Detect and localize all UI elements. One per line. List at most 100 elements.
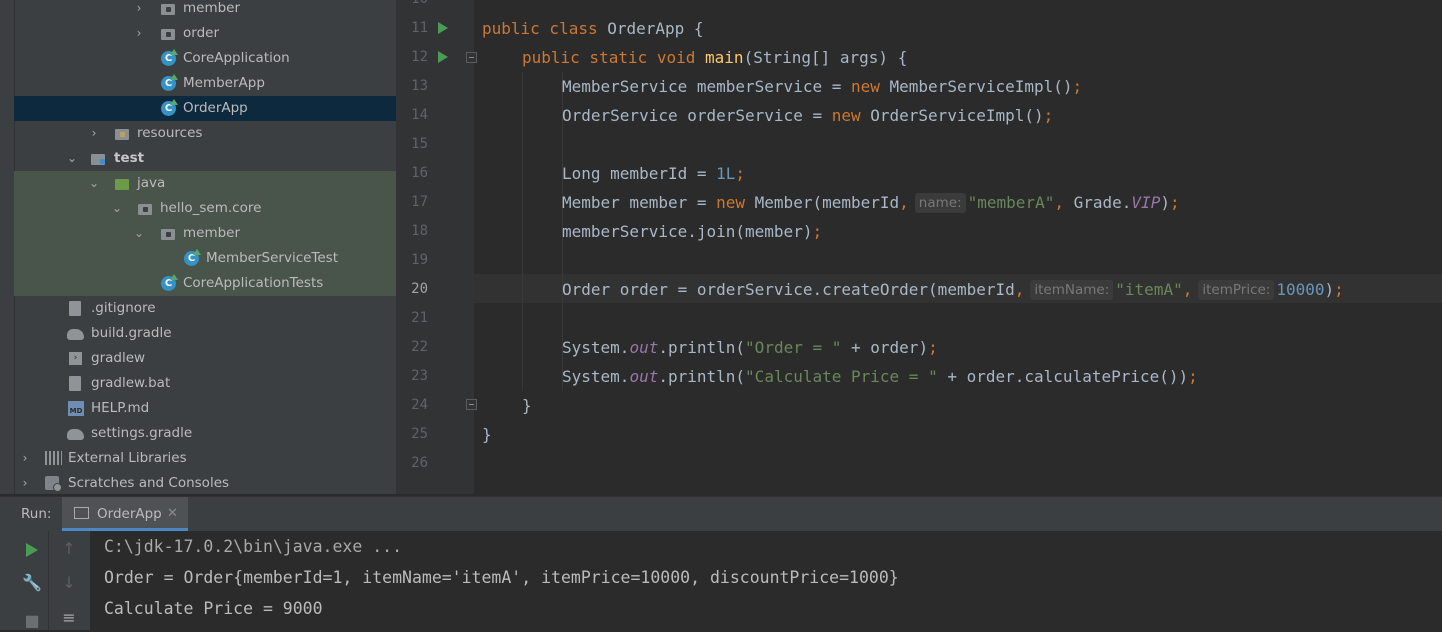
chevron-right-icon[interactable]: › bbox=[19, 446, 31, 471]
parameter-hint: itemPrice: bbox=[1198, 280, 1275, 300]
arrow-down-icon[interactable]: ↓ bbox=[58, 572, 80, 594]
line-number: 10 bbox=[398, 0, 428, 14]
code-semicolon: ; bbox=[928, 338, 938, 357]
fold-icon[interactable] bbox=[466, 52, 477, 63]
terminal-file-icon: › bbox=[69, 351, 85, 367]
tree-item-label: MemberApp bbox=[183, 75, 265, 91]
tree-item-package-hello-sem-core[interactable]: ⌄ hello_sem.core bbox=[14, 196, 396, 221]
chevron-down-icon[interactable]: ⌄ bbox=[133, 221, 145, 246]
tree-item-help-md[interactable]: MD HELP.md bbox=[14, 396, 396, 421]
run-tab-orderapp[interactable]: OrderApp ✕ bbox=[62, 497, 188, 531]
tree-item-gradlew-bat[interactable]: gradlew.bat bbox=[14, 371, 396, 396]
line-number: 18 bbox=[411, 223, 428, 239]
code-text: OrderService orderService = bbox=[562, 106, 832, 125]
tree-item-label: test bbox=[114, 150, 145, 166]
code-field: out bbox=[629, 338, 659, 357]
code-text: MemberService memberService = bbox=[562, 77, 851, 96]
scratches-icon bbox=[45, 476, 62, 492]
parameter-hint: name: bbox=[914, 193, 966, 213]
code-text: Long memberId = bbox=[562, 164, 717, 183]
chevron-right-icon[interactable]: › bbox=[19, 471, 31, 494]
code-keyword: public static void bbox=[522, 48, 706, 67]
run-class-icon[interactable] bbox=[438, 22, 448, 34]
run-main-icon[interactable] bbox=[438, 51, 448, 63]
tree-item-label: settings.gradle bbox=[91, 425, 193, 441]
code-line-12: public static void main(String[] args) { bbox=[482, 43, 907, 72]
code-function: main bbox=[705, 48, 744, 67]
tree-item-gradlew[interactable]: › gradlew bbox=[14, 346, 396, 371]
code-semicolon: ; bbox=[1188, 367, 1198, 386]
code-semicolon: ; bbox=[1072, 77, 1083, 96]
line-number: 21 bbox=[411, 310, 428, 326]
tree-item-external-libraries[interactable]: › External Libraries bbox=[14, 446, 396, 471]
chevron-down-icon[interactable]: ⌄ bbox=[88, 171, 100, 196]
tree-item-test[interactable]: ⌄ test bbox=[14, 146, 396, 171]
gradle-icon bbox=[67, 326, 84, 342]
code-keyword: new bbox=[716, 193, 755, 212]
tree-item-coreapplicationtests[interactable]: C CoreApplicationTests bbox=[14, 271, 396, 296]
code-semicolon: ; bbox=[1169, 193, 1180, 212]
chevron-right-icon[interactable]: › bbox=[133, 21, 145, 46]
wrench-icon[interactable]: 🔧 bbox=[21, 572, 43, 594]
tree-item-package-member[interactable]: ⌄ member bbox=[14, 221, 396, 246]
line-number: 11 bbox=[411, 20, 428, 36]
code-text: Order order = orderService.createOrder(m… bbox=[562, 280, 1015, 299]
bat-file-icon bbox=[69, 376, 85, 392]
code-string: "itemA" bbox=[1115, 280, 1183, 299]
fold-icon[interactable] bbox=[466, 399, 477, 410]
close-icon[interactable]: ✕ bbox=[167, 497, 178, 531]
tree-item-order-folder[interactable]: › order bbox=[14, 21, 396, 46]
tree-item-scratches[interactable]: › Scratches and Consoles bbox=[14, 471, 396, 494]
tool-window-strip bbox=[0, 0, 15, 494]
tree-item-build-gradle[interactable]: build.gradle bbox=[14, 321, 396, 346]
tree-item-orderapp[interactable]: C OrderApp bbox=[14, 96, 396, 121]
soft-wrap-icon[interactable]: ≡ bbox=[58, 607, 80, 629]
code-text: } bbox=[482, 425, 492, 444]
code-keyword: new bbox=[831, 106, 871, 125]
code-line-14: OrderService orderService = new OrderSer… bbox=[482, 101, 1053, 130]
code-text: ) bbox=[1160, 193, 1170, 212]
code-text: System. bbox=[562, 367, 630, 386]
line-number: 17 bbox=[411, 194, 428, 210]
line-number: 12 bbox=[411, 49, 428, 65]
code-line-22: System.out.println("Order = " + order); bbox=[482, 333, 938, 362]
tree-item-member-folder[interactable]: › member bbox=[14, 0, 396, 21]
code-comma: , bbox=[899, 193, 909, 212]
rerun-icon[interactable] bbox=[26, 543, 38, 557]
arrow-up-icon[interactable]: ↑ bbox=[58, 538, 80, 560]
chevron-right-icon[interactable]: › bbox=[88, 121, 100, 146]
code-line-25: } bbox=[482, 420, 492, 449]
tree-item-coreapplication[interactable]: C CoreApplication bbox=[14, 46, 396, 71]
line-number: 13 bbox=[411, 78, 428, 94]
chevron-down-icon[interactable]: ⌄ bbox=[111, 196, 123, 221]
console-line: Calculate Price = 9000 bbox=[104, 599, 323, 618]
line-number: 24 bbox=[411, 397, 428, 413]
chevron-right-icon[interactable]: › bbox=[133, 0, 145, 21]
tree-item-resources[interactable]: › resources bbox=[14, 121, 396, 146]
tree-item-memberapp[interactable]: C MemberApp bbox=[14, 71, 396, 96]
package-icon bbox=[138, 201, 154, 217]
tree-item-memberservicetest[interactable]: C MemberServiceTest bbox=[14, 246, 396, 271]
tree-item-settings-gradle[interactable]: settings.gradle bbox=[14, 421, 396, 446]
markdown-icon: MD bbox=[68, 401, 84, 417]
code-line-13: MemberService memberService = new Member… bbox=[482, 72, 1082, 101]
test-folder-icon bbox=[91, 151, 107, 167]
line-number: 25 bbox=[411, 426, 428, 442]
tree-item-gitignore[interactable]: .gitignore bbox=[14, 296, 396, 321]
tree-item-label: hello_sem.core bbox=[160, 200, 262, 216]
chevron-down-icon[interactable]: ⌄ bbox=[66, 146, 78, 171]
tree-item-label: MemberServiceTest bbox=[206, 250, 339, 266]
stop-icon[interactable]: ■ bbox=[21, 610, 43, 632]
gradle-icon bbox=[67, 426, 84, 442]
java-class-icon: C bbox=[184, 249, 201, 267]
folder-icon bbox=[161, 1, 177, 17]
console-line-command: C:\jdk-17.0.2\bin\java.exe ... bbox=[104, 537, 403, 556]
package-icon bbox=[161, 226, 177, 242]
tree-item-java-test-root[interactable]: ⌄ java bbox=[14, 171, 396, 196]
code-text: OrderServiceImpl() bbox=[870, 106, 1044, 125]
test-sources-folder-icon bbox=[115, 176, 131, 192]
code-text: ) bbox=[1324, 280, 1335, 299]
console-icon bbox=[74, 507, 89, 519]
code-text: (String[] args) { bbox=[743, 48, 908, 67]
code-keyword: public class bbox=[482, 19, 608, 38]
